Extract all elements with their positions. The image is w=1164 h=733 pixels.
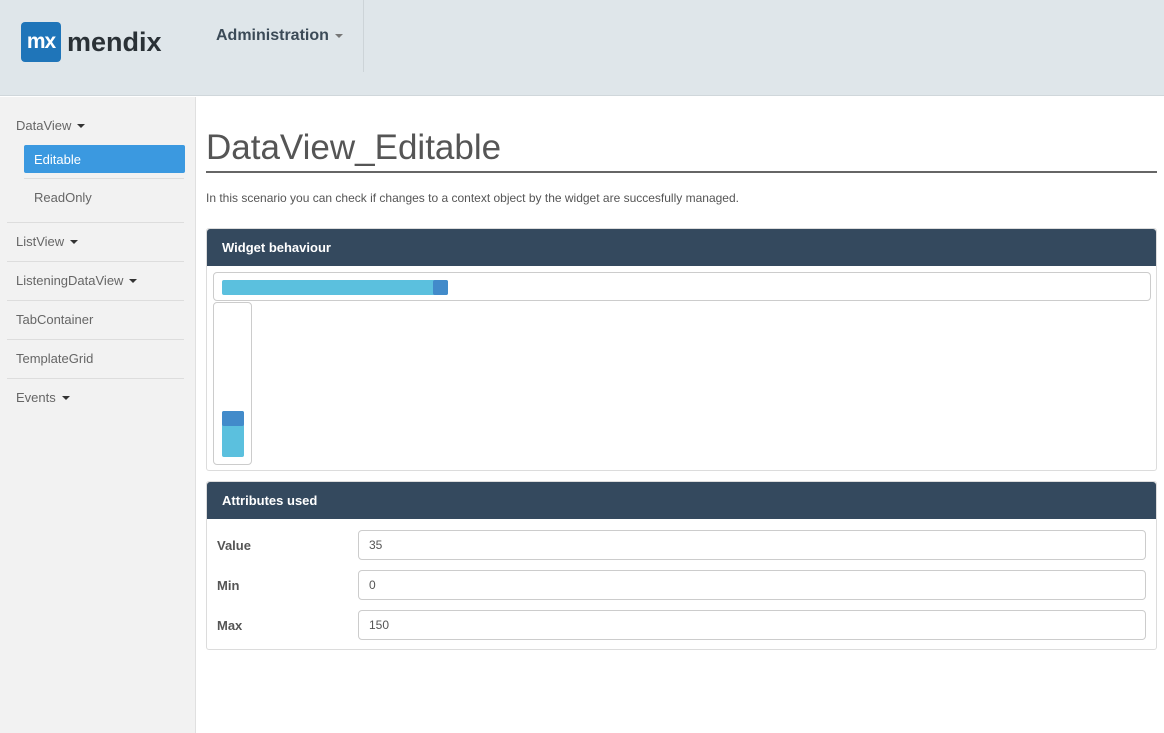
sidebar-item-listview[interactable]: ListView: [7, 222, 184, 261]
chevron-down-icon: [61, 395, 70, 400]
sidebar-item-label: TabContainer: [16, 312, 94, 327]
widget-behaviour-panel: Widget behaviour: [206, 228, 1157, 471]
sidebar-item-label: Editable: [34, 151, 81, 167]
min-field[interactable]: [358, 570, 1146, 600]
attribute-label: Value: [217, 538, 251, 553]
sidebar-item-label: ListView: [16, 234, 65, 249]
value-field[interactable]: [358, 530, 1146, 560]
attribute-label: Max: [217, 618, 243, 633]
chevron-down-icon: [70, 239, 79, 244]
attribute-row-min: Min: [207, 570, 1158, 600]
logo-text: mendix: [67, 26, 162, 57]
sidebar-item-editable[interactable]: Editable: [24, 145, 185, 173]
sidebar-item-label: DataView: [16, 118, 72, 133]
horizontal-slider[interactable]: [213, 272, 1151, 301]
chevron-down-icon: [334, 34, 343, 38]
sidebar-item-label: ListeningDataView: [16, 273, 124, 288]
vertical-slider[interactable]: [213, 302, 252, 465]
slider-fill: [222, 280, 448, 295]
chevron-down-icon: [129, 278, 138, 283]
logo-mark-icon: mx: [21, 22, 61, 62]
sidebar-item-templategrid[interactable]: TemplateGrid: [7, 339, 184, 378]
page-title: DataView_Editable: [206, 128, 502, 167]
slider-handle[interactable]: [222, 411, 244, 426]
sidebar-item-label: ReadOnly: [34, 190, 92, 205]
sidebar: DataView Editable ReadOnly ListView List…: [0, 97, 196, 733]
panel-title: Attributes used: [222, 493, 318, 508]
panel-heading: Attributes used: [207, 482, 1156, 519]
sidebar-item-label: TemplateGrid: [16, 351, 94, 366]
sidebar-item-tabcontainer[interactable]: TabContainer: [7, 300, 184, 339]
attribute-row-value: Value: [207, 530, 1158, 560]
max-field[interactable]: [358, 610, 1146, 640]
attributes-used-panel: Attributes used Value Min Max: [206, 481, 1157, 650]
mendix-logo[interactable]: mx mendix: [21, 22, 162, 62]
chevron-down-icon: [77, 123, 86, 128]
intro-text: In this scenario you can check if change…: [206, 191, 739, 205]
sidebar-item-events[interactable]: Events: [7, 378, 184, 417]
administration-menu-label: Administration: [216, 27, 329, 44]
sidebar-item-dataview[interactable]: DataView: [7, 106, 184, 145]
title-divider: [206, 171, 1157, 173]
sidebar-item-label: Events: [16, 390, 56, 405]
administration-menu[interactable]: Administration: [196, 0, 364, 72]
panel-heading: Widget behaviour: [207, 229, 1156, 266]
sidebar-item-readonly[interactable]: ReadOnly: [24, 178, 185, 217]
attribute-row-max: Max: [207, 610, 1158, 640]
slider-handle[interactable]: [433, 280, 448, 295]
attribute-label: Min: [217, 578, 240, 593]
panel-title: Widget behaviour: [222, 240, 331, 255]
sidebar-item-listeningdataview[interactable]: ListeningDataView: [7, 261, 184, 300]
top-navbar: mx mendix Administration: [0, 0, 1164, 96]
